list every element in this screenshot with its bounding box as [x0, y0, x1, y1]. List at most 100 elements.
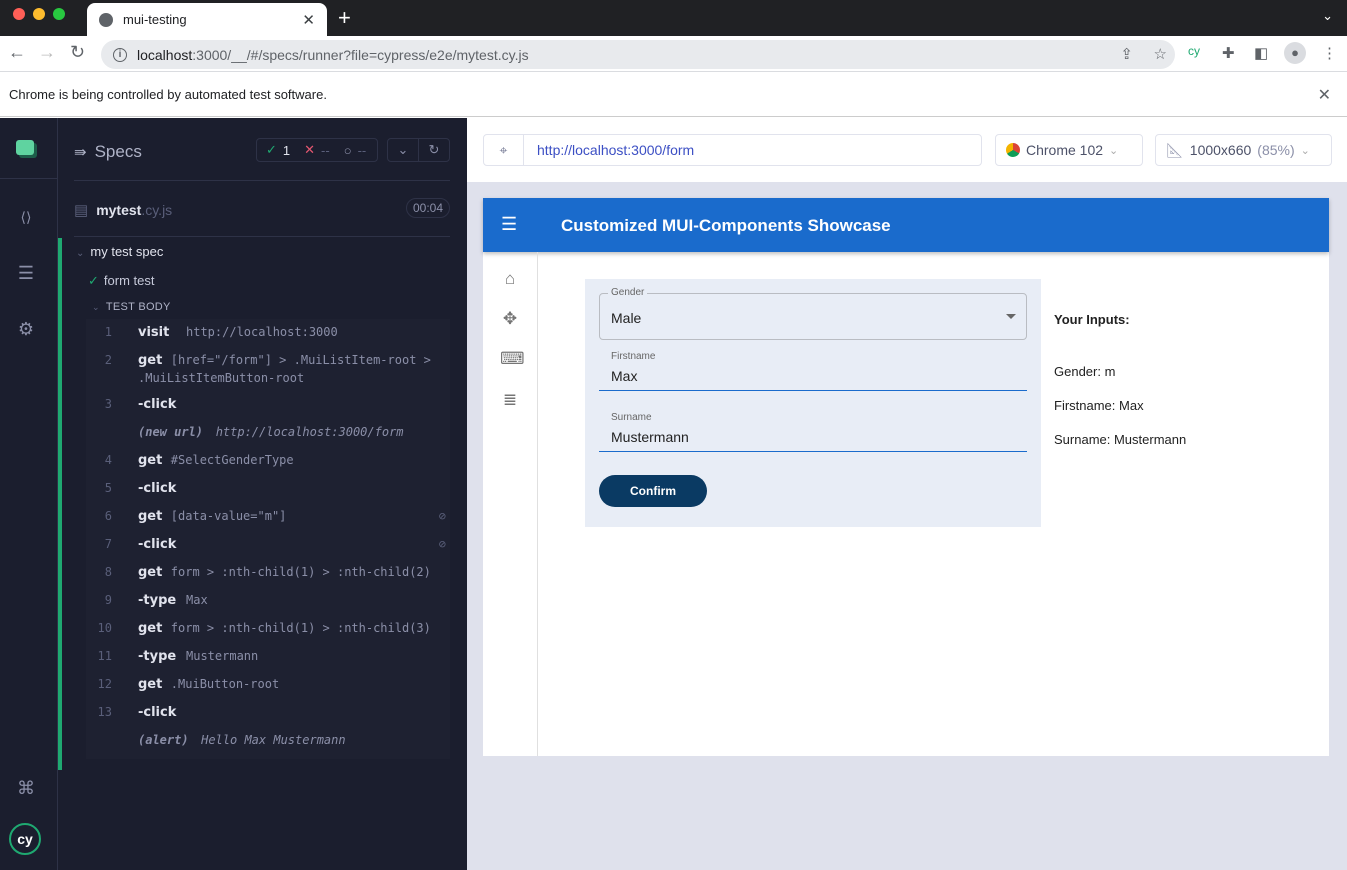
confirm-button[interactable]: Confirm — [599, 475, 707, 507]
keyboard-icon[interactable]: ⌨ — [500, 349, 525, 369]
project-logo-icon[interactable] — [14, 138, 38, 162]
nav-drawer: ⌂ ✥ ⌨ ≣ — [483, 252, 538, 756]
chrome-titlebar: mui-testing ✕ + ⌄ — [0, 0, 1347, 36]
bookmark-star-icon[interactable]: ☆ — [1154, 45, 1167, 63]
test-title[interactable]: ✓ form test — [88, 273, 154, 289]
automation-infobar: Chrome is being controlled by automated … — [0, 73, 1347, 117]
command-name: (new url) — [138, 425, 204, 439]
home-icon[interactable]: ⌂ — [500, 269, 520, 289]
specs-title: Specs — [94, 142, 142, 161]
command-message: [data-value="m"] — [170, 509, 287, 523]
command-number: 4 — [104, 453, 112, 467]
ruler-icon: 📐︎ — [1166, 141, 1184, 158]
command-message: http://localhost:3000 — [186, 325, 338, 339]
command-name: -type — [138, 593, 177, 608]
command-number: 1 — [104, 325, 112, 339]
minimize-window-button[interactable] — [33, 8, 45, 20]
more-menu-icon[interactable]: ⋮ — [1322, 44, 1337, 62]
passed-count: 1 — [282, 142, 291, 158]
command-name: -click — [138, 537, 177, 552]
forward-button[interactable]: → — [38, 42, 56, 63]
extensions-puzzle-icon[interactable]: ✚ — [1222, 44, 1235, 62]
back-button[interactable]: ← — [8, 42, 26, 63]
chrome-toolbar: ← → ↻ i localhost:3000/__/#/specs/runner… — [0, 36, 1347, 72]
command-message: form > :nth-child(1) > :nth-child(2) — [170, 565, 431, 579]
output-surname: Surname: Mustermann — [1054, 432, 1187, 447]
command-number: 12 — [97, 677, 112, 691]
command-number: 8 — [104, 565, 112, 579]
command-message: Mustermann — [186, 649, 259, 663]
command-message-cont: .MuiListItemButton-root — [138, 371, 305, 385]
command-name: -click — [138, 481, 177, 496]
maximize-window-button[interactable] — [53, 8, 65, 20]
output-firstname: Firstname: Max — [1054, 398, 1144, 413]
pass-indicator-bar — [58, 238, 62, 770]
selector-playground-icon[interactable]: ⌖ — [484, 135, 524, 165]
specs-toggle[interactable]: ⇛ Specs — [74, 142, 142, 162]
close-window-button[interactable] — [13, 8, 25, 20]
aut-header: ⌖ http://localhost:3000/form Chrome 102 … — [467, 118, 1347, 182]
hidden-eye-icon: ⊘ — [438, 537, 446, 551]
rerun-button[interactable]: ↻ — [419, 139, 449, 161]
suite-title[interactable]: ⌄ my test spec — [76, 244, 163, 259]
cypress-extension-icon[interactable]: cy — [1188, 44, 1200, 58]
chrome-logo-icon — [1006, 143, 1020, 157]
command-name: get — [138, 453, 163, 468]
command-number: 13 — [97, 705, 112, 719]
command-name: -type — [138, 649, 177, 664]
failed-x-icon: ✕ — [304, 142, 316, 157]
specs-list-icon: ⇛ — [74, 144, 87, 161]
command-message: Hello Max Mustermann — [201, 733, 346, 747]
viewport-select[interactable]: 📐︎ 1000x660 (85%) ⌄ — [1155, 134, 1332, 166]
close-tab-icon[interactable]: ✕ — [302, 11, 315, 29]
hamburger-menu-icon[interactable]: ☰ — [501, 214, 517, 235]
command-message: Max — [186, 593, 208, 607]
chevron-down-icon: ⌄ — [1300, 144, 1310, 157]
command-name: get — [138, 565, 163, 580]
command-message: form > :nth-child(1) > :nth-child(3) — [170, 621, 431, 635]
runs-nav-icon[interactable]: ☰ — [14, 261, 38, 285]
pending-count: -- — [357, 142, 367, 158]
surname-field[interactable]: Surname Mustermann — [599, 404, 1027, 452]
info-icon[interactable]: i — [113, 47, 127, 62]
aut-url: http://localhost:3000/form — [537, 142, 695, 158]
command-number: 5 — [104, 481, 112, 495]
gender-select[interactable]: Gender Male — [599, 287, 1027, 340]
firstname-field[interactable]: Firstname Max — [599, 343, 1027, 391]
address-bar[interactable]: i localhost:3000/__/#/specs/runner?file=… — [101, 40, 1175, 69]
inputs-heading: Your Inputs: — [1054, 312, 1130, 327]
command-name: -click — [138, 397, 177, 412]
profile-avatar-icon[interactable]: ● — [1284, 42, 1306, 64]
test-stats: ✓ 1 ✕ -- ○ -- — [256, 138, 378, 162]
form-container: Gender Male Firstname Max Surname Muster… — [585, 279, 1041, 527]
command-name: get — [138, 353, 163, 368]
collapse-all-button[interactable]: ⌄ — [388, 139, 419, 161]
reporter-panel: ⇛ Specs ✓ 1 ✕ -- ○ -- ⌄ ↻ ▤ mytest .cy.j… — [58, 118, 467, 870]
side-panel-icon[interactable]: ◧ — [1254, 44, 1268, 62]
reload-button[interactable]: ↻ — [70, 42, 85, 63]
command-message: [href="/form"] > .MuiListItem-root > — [170, 353, 431, 367]
cypress-logo-icon[interactable]: cy — [9, 823, 41, 855]
command-number: 11 — [97, 649, 112, 663]
browser-tab[interactable]: mui-testing ✕ — [87, 3, 327, 36]
tab-search-button[interactable]: ⌄ — [1322, 8, 1333, 24]
viewport-scale: (85%) — [1257, 142, 1295, 158]
new-tab-button[interactable]: + — [338, 5, 351, 31]
command-message: .MuiButton-root — [170, 677, 280, 691]
pending-icon: ○ — [343, 142, 352, 158]
address-url: localhost:3000/__/#/specs/runner?file=cy… — [137, 46, 529, 63]
aut-url-bar[interactable]: ⌖ http://localhost:3000/form — [483, 134, 982, 166]
settings-gear-icon[interactable]: ⚙ — [14, 317, 38, 341]
close-infobar-icon[interactable]: ✕ — [1318, 85, 1331, 105]
keyboard-shortcuts-icon[interactable]: ⌘ — [14, 776, 38, 800]
specs-nav-icon[interactable]: ⟨⟩ — [14, 205, 38, 229]
browser-select[interactable]: Chrome 102 ⌄ — [995, 134, 1143, 166]
gamepad-icon[interactable]: ✥ — [500, 309, 520, 329]
hidden-eye-icon: ⊘ — [438, 509, 446, 523]
share-icon[interactable]: ⇪ — [1120, 45, 1133, 63]
globe-icon — [99, 12, 113, 27]
list-icon[interactable]: ≣ — [500, 390, 520, 410]
tab-title: mui-testing — [123, 12, 187, 27]
test-body-label[interactable]: ⌄ TEST BODY — [92, 301, 171, 313]
surname-value: Mustermann — [611, 429, 689, 445]
